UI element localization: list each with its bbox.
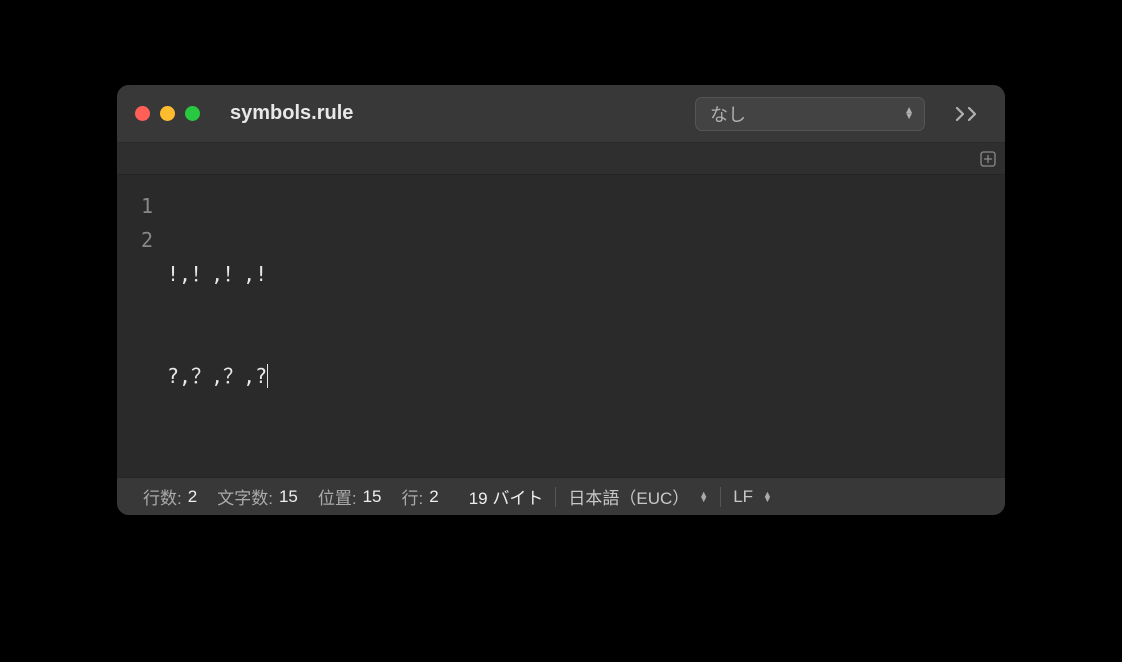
chevron-updown-icon: ▲ ▼ (699, 492, 708, 502)
encoding-label: 日本語（EUC） (568, 484, 689, 509)
tab-bar (117, 143, 1005, 175)
status-bytes: 19 バイト (459, 484, 554, 509)
status-lines-label: 行数: (143, 484, 182, 509)
syntax-mode-selector[interactable]: なし ▲ ▼ (695, 97, 925, 131)
line-number-gutter: 1 2 (117, 189, 167, 477)
editor-window: symbols.rule なし ▲ ▼ 1 (117, 85, 1005, 515)
code-content[interactable]: !,！,！,! ?,？,？,? (167, 189, 1005, 477)
text-editor[interactable]: 1 2 !,！,！,! ?,？,？,? (117, 175, 1005, 477)
status-position-value: 15 (363, 487, 382, 507)
chevron-updown-icon: ▲ ▼ (763, 492, 772, 502)
close-window-button[interactable] (135, 106, 150, 121)
code-line: ?,？,？,? (167, 359, 1005, 393)
status-line-label: 行: (402, 484, 424, 509)
minimize-window-button[interactable] (160, 106, 175, 121)
line-ending-label: LF (733, 487, 753, 507)
chevron-updown-icon: ▲ ▼ (904, 108, 914, 120)
status-lines: 行数: 2 (133, 484, 207, 509)
status-bar: 行数: 2 文字数: 15 位置: 15 行: 2 19 バイト 日本語（EUC… (117, 477, 1005, 515)
toolbar-overflow-button[interactable] (955, 101, 979, 127)
traffic-lights (135, 106, 200, 121)
status-position: 位置: 15 (308, 484, 392, 509)
status-line: 行: 2 (392, 484, 449, 509)
line-number: 2 (117, 223, 153, 257)
zoom-window-button[interactable] (185, 106, 200, 121)
encoding-selector[interactable]: 日本語（EUC） ▲ ▼ (558, 484, 718, 509)
code-line: !,！,！,! (167, 257, 1005, 291)
line-ending-selector[interactable]: LF ▲ ▼ (723, 487, 782, 507)
line-number: 1 (117, 189, 153, 223)
text-cursor (267, 364, 268, 388)
new-tab-button[interactable] (979, 150, 997, 168)
window-title: symbols.rule (230, 102, 353, 125)
status-line-value: 2 (429, 487, 438, 507)
status-divider (555, 487, 556, 507)
status-position-label: 位置: (318, 484, 357, 509)
status-bytes-value: 19 バイト (469, 484, 544, 509)
status-chars-value: 15 (279, 487, 298, 507)
status-lines-value: 2 (188, 487, 197, 507)
syntax-mode-label: なし (710, 101, 746, 127)
status-chars-label: 文字数: (217, 484, 273, 509)
status-chars: 文字数: 15 (207, 484, 308, 509)
titlebar[interactable]: symbols.rule なし ▲ ▼ (117, 85, 1005, 143)
status-divider (720, 487, 721, 507)
